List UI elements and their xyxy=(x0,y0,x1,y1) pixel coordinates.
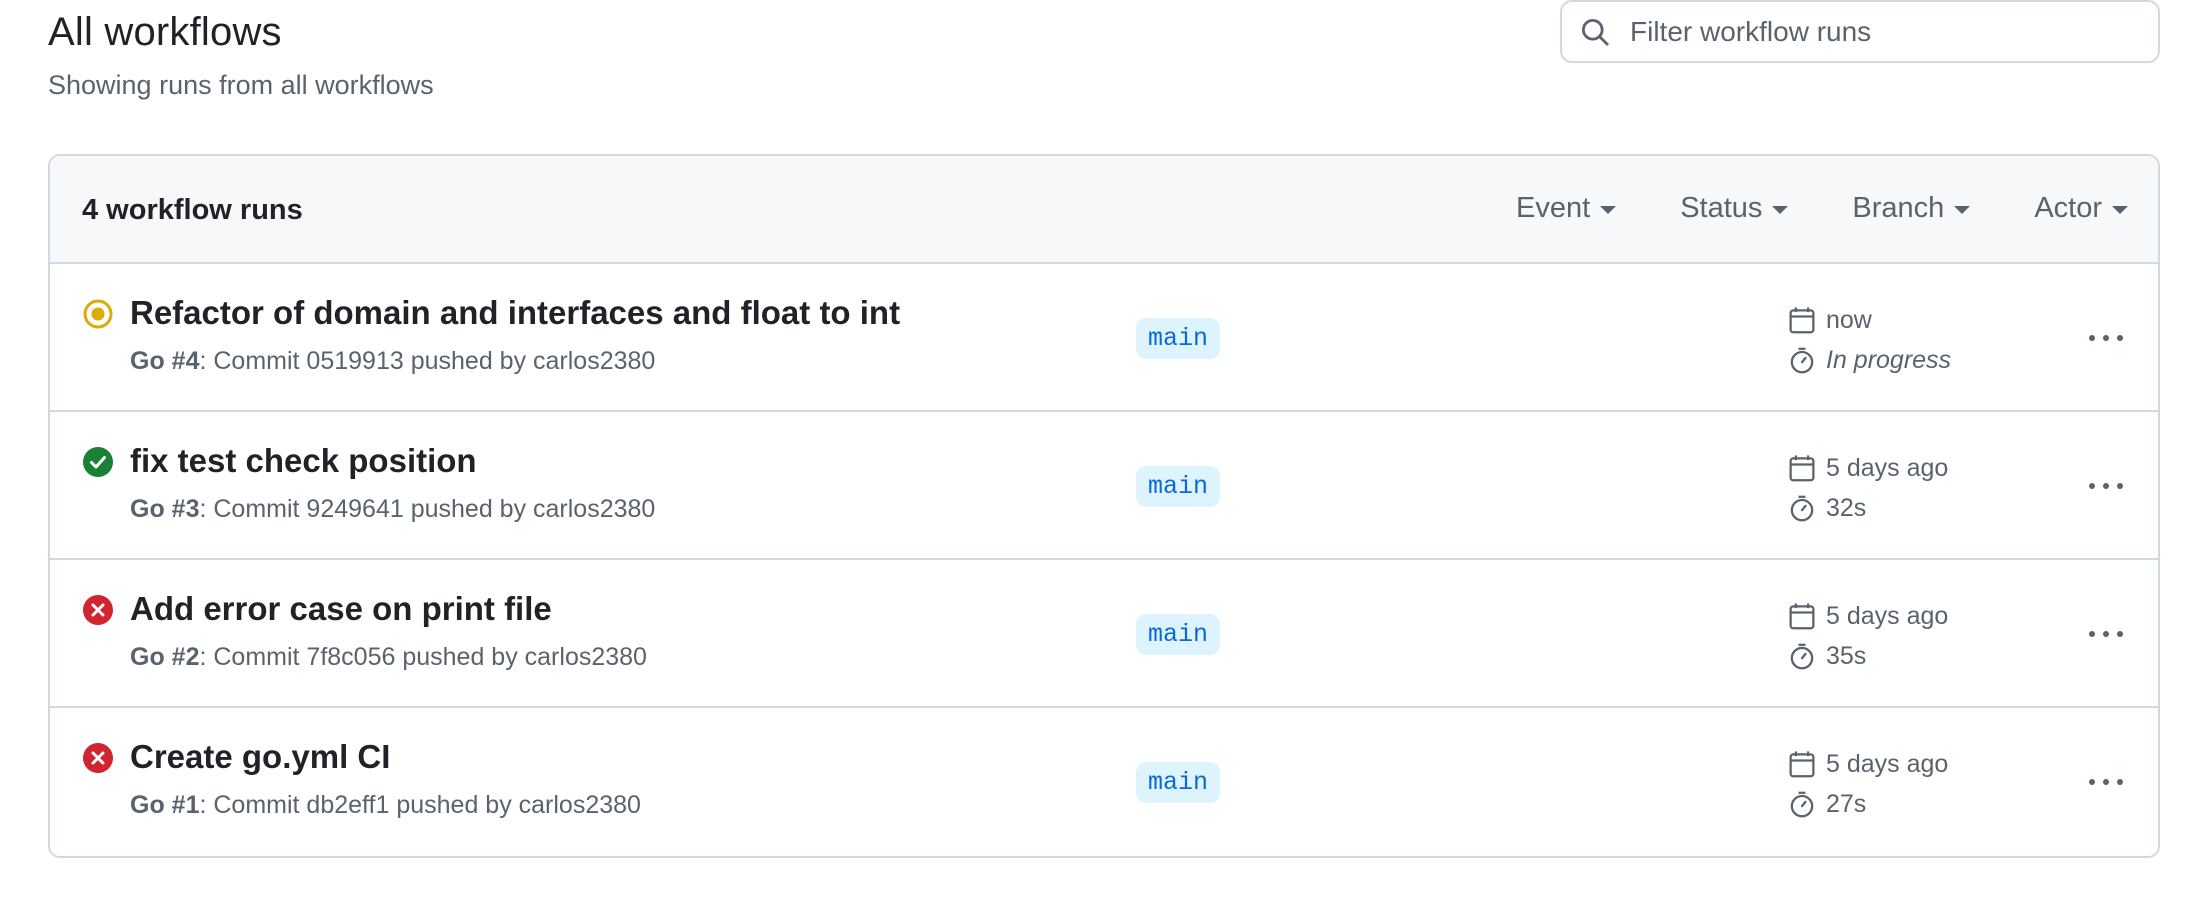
run-meta: Go #3: Commit 9249641 pushed by carlos23… xyxy=(130,495,655,524)
runs-box-header: 4 workflow runs Event Status Branch Acto… xyxy=(50,156,2158,264)
kebab-horizontal-icon xyxy=(2089,483,2123,489)
in-progress-status-icon xyxy=(82,298,114,330)
branch-tag[interactable]: main xyxy=(1136,318,1221,359)
page-subtitle: Showing runs from all workflows xyxy=(48,70,434,100)
run-duration: 27s xyxy=(1786,788,1866,820)
run-date: 5 days ago xyxy=(1786,748,1948,780)
run-date: 5 days ago xyxy=(1786,452,1948,484)
triangle-down-icon xyxy=(2112,205,2128,214)
run-date: 5 days ago xyxy=(1786,600,1948,632)
run-duration: 35s xyxy=(1786,640,1866,672)
event-filter-dropdown[interactable]: Event xyxy=(1516,192,1617,225)
stopwatch-icon xyxy=(1786,344,1818,376)
run-date: now xyxy=(1786,304,1872,336)
run-commit-info: : Commit 0519913 pushed by carlos2380 xyxy=(199,347,656,375)
calendar-icon xyxy=(1786,748,1818,780)
run-duration-text: 27s xyxy=(1826,789,1867,818)
stopwatch-icon xyxy=(1786,788,1818,820)
run-workflow-name: Go #3 xyxy=(130,495,200,523)
kebab-horizontal-icon xyxy=(2089,779,2123,785)
run-meta: Go #1: Commit db2eff1 pushed by carlos23… xyxy=(130,791,641,820)
runs-count: 4 workflow runs xyxy=(82,194,303,226)
calendar-icon xyxy=(1786,304,1818,336)
search-icon xyxy=(1580,15,1614,49)
stopwatch-icon xyxy=(1786,492,1818,524)
workflow-runs-page: All workflows Showing runs from all work… xyxy=(0,0,2192,904)
run-filters: Event Status Branch Actor xyxy=(1452,192,2128,225)
stopwatch-icon xyxy=(1786,640,1818,672)
triangle-down-icon xyxy=(1954,205,1971,214)
actor-filter-dropdown[interactable]: Actor xyxy=(2034,192,2128,225)
run-actions-menu-button[interactable] xyxy=(2080,764,2132,800)
branch-tag[interactable]: main xyxy=(1136,614,1221,655)
run-actions-menu-button[interactable] xyxy=(2080,320,2132,356)
run-workflow-name: Go #1 xyxy=(130,791,200,819)
run-date-text: 5 days ago xyxy=(1826,601,1949,630)
triangle-down-icon xyxy=(1600,205,1617,214)
branch-filter-dropdown[interactable]: Branch xyxy=(1852,192,1971,225)
workflow-run-row[interactable]: Create go.yml CI Go #1: Commit db2eff1 p… xyxy=(50,708,2158,856)
run-title-link[interactable]: fix test check position xyxy=(130,442,477,480)
run-meta: Go #4: Commit 0519913 pushed by carlos23… xyxy=(130,347,655,376)
event-filter-label: Event xyxy=(1516,192,1591,224)
status-filter-dropdown[interactable]: Status xyxy=(1680,192,1789,225)
run-duration: In progress xyxy=(1786,344,1951,376)
branch-tag[interactable]: main xyxy=(1136,466,1221,507)
run-actions-menu-button[interactable] xyxy=(2080,616,2132,652)
workflow-run-row[interactable]: fix test check position Go #3: Commit 92… xyxy=(50,412,2158,560)
run-duration: 32s xyxy=(1786,492,1866,524)
run-title-link[interactable]: Create go.yml CI xyxy=(130,738,390,776)
status-filter-label: Status xyxy=(1680,192,1763,224)
workflow-run-row[interactable]: Refactor of domain and interfaces and fl… xyxy=(50,264,2158,412)
run-commit-info: : Commit 9249641 pushed by carlos2380 xyxy=(199,495,656,523)
triangle-down-icon xyxy=(1772,205,1789,214)
run-workflow-name: Go #2 xyxy=(130,643,200,671)
success-check-icon xyxy=(82,446,114,478)
branch-filter-label: Branch xyxy=(1852,192,1945,224)
failure-x-icon xyxy=(82,594,114,626)
run-workflow-name: Go #4 xyxy=(130,347,200,375)
run-title-link[interactable]: Add error case on print file xyxy=(130,590,552,628)
run-meta: Go #2: Commit 7f8c056 pushed by carlos23… xyxy=(130,643,647,672)
kebab-horizontal-icon xyxy=(2089,335,2123,341)
run-commit-info: : Commit 7f8c056 pushed by carlos2380 xyxy=(199,643,647,671)
run-commit-info: : Commit db2eff1 pushed by carlos2380 xyxy=(199,791,641,819)
run-duration-text: 32s xyxy=(1826,493,1867,522)
run-date-text: 5 days ago xyxy=(1826,453,1949,482)
run-title-link[interactable]: Refactor of domain and interfaces and fl… xyxy=(130,294,900,332)
kebab-horizontal-icon xyxy=(2089,631,2123,637)
actor-filter-label: Actor xyxy=(2034,192,2102,224)
failure-x-icon xyxy=(82,742,114,774)
run-duration-text: 35s xyxy=(1826,641,1867,670)
run-date-text: now xyxy=(1826,305,1872,334)
filter-runs-input[interactable] xyxy=(1630,15,2130,48)
filter-runs-search[interactable] xyxy=(1560,0,2160,63)
branch-tag[interactable]: main xyxy=(1136,762,1221,803)
calendar-icon xyxy=(1786,452,1818,484)
run-duration-text: In progress xyxy=(1826,345,1952,374)
workflow-runs-box: 4 workflow runs Event Status Branch Acto… xyxy=(48,154,2160,858)
workflow-run-row[interactable]: Add error case on print file Go #2: Comm… xyxy=(50,560,2158,708)
calendar-icon xyxy=(1786,600,1818,632)
run-actions-menu-button[interactable] xyxy=(2080,468,2132,504)
run-date-text: 5 days ago xyxy=(1826,749,1949,778)
page-title: All workflows xyxy=(48,10,282,54)
